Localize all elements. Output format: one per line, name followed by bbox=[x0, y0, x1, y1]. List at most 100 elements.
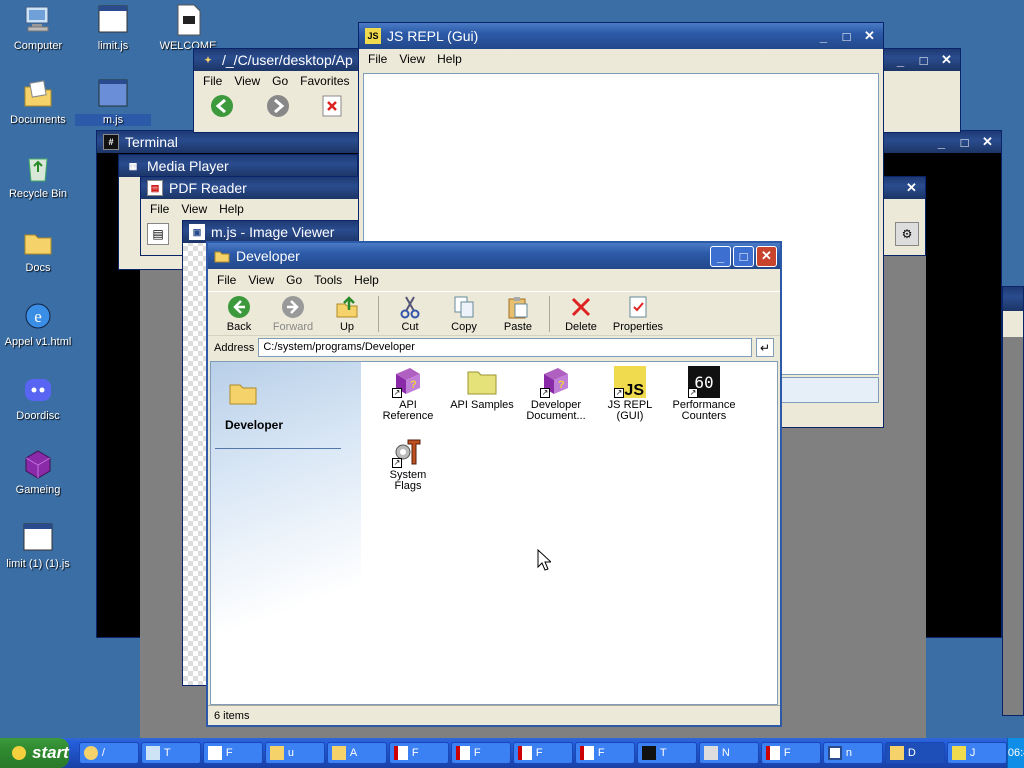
clock[interactable]: 06:41 bbox=[1008, 747, 1024, 759]
file-item-performance-counters[interactable]: 60 ↗ Performance Counters bbox=[667, 366, 741, 422]
cut-button[interactable]: Cut bbox=[383, 295, 437, 333]
task-button[interactable]: F bbox=[202, 742, 263, 764]
help-book-icon: ? ↗ bbox=[392, 366, 424, 398]
menu-view[interactable]: View bbox=[396, 52, 434, 66]
file-item-api-samples[interactable]: API Samples bbox=[445, 366, 519, 411]
desktop-icon-limit-1-1-js[interactable]: limit (1) (1).js bbox=[0, 522, 76, 570]
address-bar: Address C:/system/programs/Developer ↵ bbox=[208, 335, 780, 359]
task-button[interactable]: u bbox=[264, 742, 325, 764]
go-arrow-icon[interactable]: ↵ bbox=[756, 338, 774, 357]
task-button[interactable]: T bbox=[140, 742, 201, 764]
menu-bar: File View Help bbox=[359, 49, 883, 69]
desktop-icon-doordisc[interactable]: Doordisc bbox=[0, 374, 76, 422]
pdf-icon: ▤ bbox=[147, 180, 163, 196]
menu-go[interactable]: Go bbox=[283, 273, 311, 287]
menu-help[interactable]: Help bbox=[351, 273, 388, 287]
maximize-button[interactable]: □ bbox=[913, 50, 934, 71]
task-button-active[interactable]: D bbox=[884, 742, 945, 764]
cut-label: Cut bbox=[401, 320, 419, 333]
developer-titlebar[interactable]: Developer _ □ ✕ bbox=[208, 243, 780, 269]
menu-file[interactable]: File bbox=[214, 273, 245, 287]
menu-file[interactable]: File bbox=[200, 74, 231, 88]
forward-button[interactable]: Forward bbox=[266, 295, 320, 333]
desktop-icon-computer[interactable]: Computer bbox=[0, 4, 76, 52]
copy-button[interactable]: Copy bbox=[437, 295, 491, 333]
desktop-icon-label: Appel v1.html bbox=[4, 336, 72, 348]
desktop-icon-m-js[interactable]: m.js bbox=[75, 78, 151, 126]
task-label: T bbox=[163, 747, 171, 759]
task-button[interactable]: F bbox=[388, 742, 449, 764]
menu-tools[interactable]: Tools bbox=[311, 273, 351, 287]
developer-explorer-window[interactable]: Developer _ □ ✕ File View Go Tools Help … bbox=[206, 241, 782, 727]
file-label: (GUI) bbox=[616, 410, 644, 422]
menu-view[interactable]: View bbox=[178, 202, 216, 216]
task-label: J bbox=[969, 747, 976, 759]
task-button[interactable]: F bbox=[760, 742, 821, 764]
stop-icon[interactable] bbox=[322, 95, 342, 117]
back-arrow-icon[interactable] bbox=[210, 94, 234, 118]
task-button[interactable]: F bbox=[512, 742, 573, 764]
menu-file[interactable]: File bbox=[365, 52, 396, 66]
close-button[interactable]: ✕ bbox=[756, 245, 777, 267]
background-window-right[interactable] bbox=[1002, 286, 1024, 716]
desktop-icon-limit-js[interactable]: limit.js bbox=[75, 4, 151, 52]
file-item-developer-documentation[interactable]: ? ↗ Developer Document... bbox=[519, 366, 593, 422]
maximize-button[interactable]: □ bbox=[733, 245, 754, 267]
menu-view[interactable]: View bbox=[231, 74, 269, 88]
maximize-button[interactable]: □ bbox=[954, 132, 975, 153]
close-button[interactable]: ✕ bbox=[901, 178, 922, 199]
properties-icon bbox=[626, 295, 650, 319]
tools-icon[interactable]: ⚙ bbox=[895, 222, 919, 246]
desktop-icon-documents[interactable]: Documents bbox=[0, 78, 76, 126]
desktop-icon-welcome[interactable]: WELCOME bbox=[150, 4, 226, 52]
start-button[interactable]: start bbox=[0, 738, 69, 768]
close-button[interactable]: ✕ bbox=[977, 132, 998, 153]
menu-go[interactable]: Go bbox=[269, 74, 297, 88]
task-button[interactable]: N bbox=[698, 742, 759, 764]
forward-arrow-icon[interactable] bbox=[266, 94, 290, 118]
up-label: Up bbox=[339, 320, 355, 333]
menu-help[interactable]: Help bbox=[216, 202, 253, 216]
file-item-system-flags[interactable]: ↗ System Flags bbox=[371, 436, 445, 492]
image-viewer-titlebar[interactable]: ▣ m.js - Image Viewer bbox=[183, 221, 361, 243]
back-button[interactable]: Back bbox=[212, 295, 266, 333]
paste-button[interactable]: Paste bbox=[491, 295, 545, 333]
forward-arrow-icon bbox=[281, 295, 305, 319]
task-label: F bbox=[597, 747, 605, 759]
desktop-icon-gameing[interactable]: Gameing bbox=[0, 448, 76, 496]
menu-favorites[interactable]: Favorites bbox=[297, 74, 358, 88]
task-button[interactable]: F bbox=[574, 742, 635, 764]
task-button[interactable]: / bbox=[78, 742, 139, 764]
menu-help[interactable]: Help bbox=[434, 52, 471, 66]
maximize-button[interactable]: □ bbox=[836, 26, 857, 47]
delete-label: Delete bbox=[565, 320, 597, 333]
file-item-api-reference[interactable]: ? ↗ API Reference bbox=[371, 366, 445, 422]
minimize-button[interactable]: _ bbox=[710, 245, 731, 267]
js-repl-titlebar[interactable]: JS JS REPL (Gui) _ □ ✕ bbox=[359, 23, 883, 49]
minimize-button[interactable]: _ bbox=[931, 132, 952, 153]
task-button[interactable]: J bbox=[946, 742, 1007, 764]
task-button[interactable]: F bbox=[450, 742, 511, 764]
file-view[interactable]: Developer ? ↗ API Reference API Samples bbox=[210, 361, 778, 705]
desktop-icon-docs[interactable]: Docs bbox=[0, 226, 76, 274]
file-item-js-repl[interactable]: JS ↗ JS REPL (GUI) bbox=[593, 366, 667, 422]
menu-file[interactable]: File bbox=[147, 202, 178, 216]
up-button[interactable]: Up bbox=[320, 295, 374, 333]
close-button[interactable]: ✕ bbox=[936, 50, 957, 71]
properties-button[interactable]: Properties bbox=[608, 295, 668, 333]
pdf-icon bbox=[765, 746, 780, 760]
sidebar-toggle-icon[interactable]: ▤ bbox=[147, 223, 169, 245]
desktop-icon-recycle-bin[interactable]: Recycle Bin bbox=[0, 152, 76, 200]
minimize-button[interactable]: _ bbox=[890, 50, 911, 71]
task-button[interactable]: T bbox=[636, 742, 697, 764]
task-button[interactable]: n bbox=[822, 742, 883, 764]
media-player-titlebar[interactable]: ▦ Media Player bbox=[119, 155, 357, 177]
menu-view[interactable]: View bbox=[245, 273, 283, 287]
delete-button[interactable]: Delete bbox=[554, 295, 608, 333]
minimize-button[interactable]: _ bbox=[813, 26, 834, 47]
task-button[interactable]: A bbox=[326, 742, 387, 764]
address-input[interactable]: C:/system/programs/Developer bbox=[258, 338, 752, 357]
desktop-icon-appel-html[interactable]: e Appel v1.html bbox=[0, 300, 76, 348]
start-logo-icon bbox=[12, 746, 26, 760]
close-button[interactable]: ✕ bbox=[859, 26, 880, 47]
